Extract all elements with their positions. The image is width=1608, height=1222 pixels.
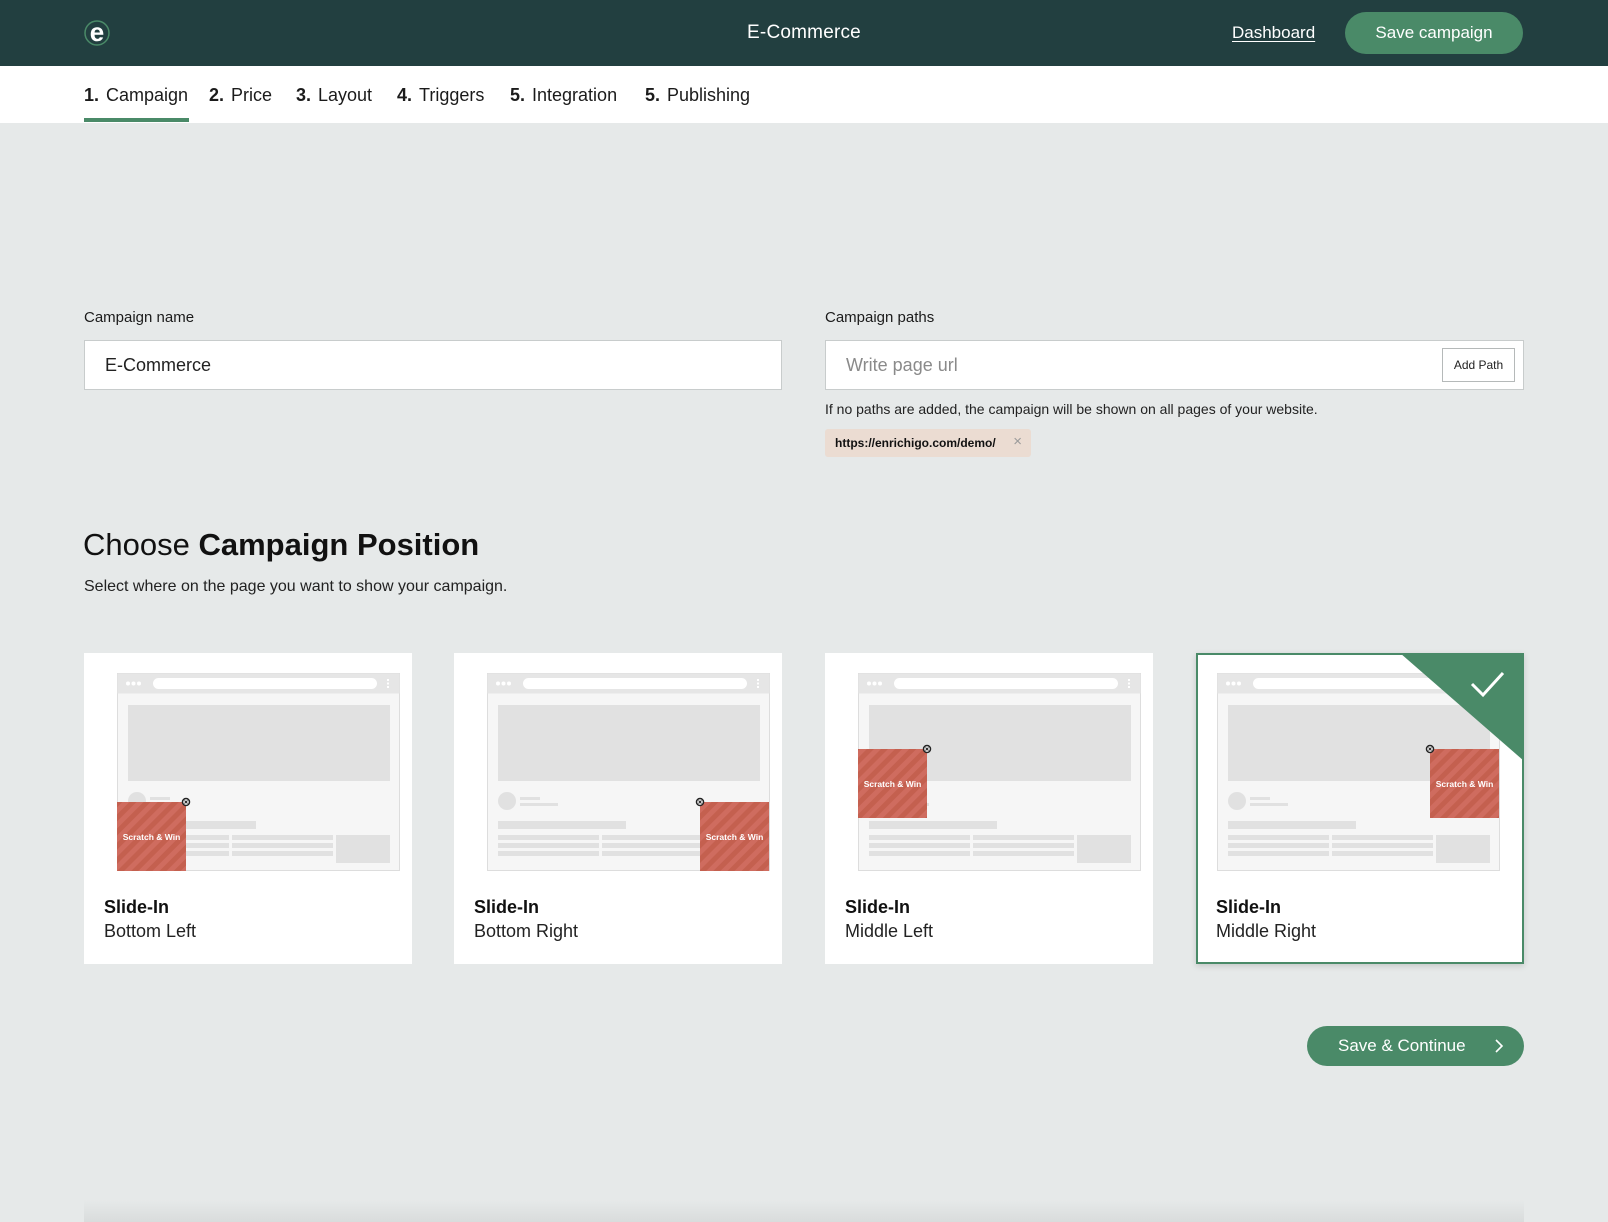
tab-number: 2. bbox=[209, 85, 225, 105]
tab-label: Publishing bbox=[667, 85, 751, 105]
tab-triggers[interactable]: 4. Triggers bbox=[397, 85, 484, 106]
position-card-bottom-right[interactable]: Scratch & Win Slide-In Bottom Right bbox=[454, 653, 782, 964]
tab-integration[interactable]: 5. Integration bbox=[510, 85, 617, 106]
card-subtitle: Bottom Left bbox=[104, 921, 197, 941]
campaign-name-input[interactable]: E-Commerce bbox=[84, 340, 782, 390]
position-card-bottom-left[interactable]: Scratch & Win Slide-In Bottom Left bbox=[84, 653, 412, 964]
browser-mockup: Scratch & Win bbox=[858, 673, 1141, 871]
page-url-input[interactable]: Write page url bbox=[825, 340, 1524, 390]
top-bar: e E-Commerce Dashboard Save campaign bbox=[0, 0, 1608, 66]
section-subtitle: Select where on the page you want to sho… bbox=[84, 578, 508, 595]
tab-campaign[interactable]: 1. Campaign bbox=[84, 85, 188, 106]
svg-text:Scratch & Win: Scratch & Win bbox=[706, 832, 764, 842]
tab-publishing[interactable]: 5. Publishing bbox=[645, 85, 750, 106]
save-and-continue-button[interactable]: Save & Continue bbox=[1307, 1026, 1524, 1066]
browser-mockup: Scratch & Win bbox=[487, 673, 770, 871]
section-heading: Choose Campaign Position bbox=[83, 527, 479, 563]
continue-label: Save & Continue bbox=[1338, 1036, 1466, 1055]
active-tab-indicator bbox=[84, 118, 189, 122]
tab-number: 1. bbox=[84, 85, 100, 105]
card-title: Slide-In bbox=[104, 897, 170, 917]
card-title: Slide-In bbox=[1216, 897, 1282, 917]
close-icon[interactable]: × bbox=[1013, 433, 1022, 450]
scratch-win-widget: Scratch & Win bbox=[117, 797, 191, 871]
scratch-win-widget: Scratch & Win bbox=[858, 744, 932, 818]
heading-light: Choose bbox=[83, 527, 190, 562]
scratch-win-widget: Scratch & Win bbox=[695, 797, 769, 871]
tab-number: 5. bbox=[510, 85, 526, 105]
heading-bold: Campaign Position bbox=[198, 527, 480, 562]
tab-label: Integration bbox=[532, 85, 618, 105]
position-card-middle-right[interactable]: Scratch & Win Slide-In Middle Right bbox=[1196, 653, 1524, 964]
tab-label: Layout bbox=[318, 85, 373, 105]
dashboard-link[interactable]: Dashboard bbox=[1232, 23, 1315, 43]
svg-text:Scratch & Win: Scratch & Win bbox=[864, 779, 922, 789]
add-path-button[interactable]: Add Path bbox=[1442, 348, 1515, 382]
path-chip: https://enrichigo.com/demo/ × bbox=[825, 429, 1031, 457]
position-card-middle-left[interactable]: Scratch & Win Slide-In Middle Left bbox=[825, 653, 1153, 964]
card-subtitle: Middle Left bbox=[845, 921, 934, 941]
selected-corner bbox=[1402, 655, 1522, 760]
step-tabs: 1. Campaign 2. Price 3. Layout 4. Triggers 5… bbox=[0, 66, 1608, 123]
tab-price[interactable]: 2. Price bbox=[209, 85, 272, 106]
tab-label: Campaign bbox=[106, 85, 189, 105]
card-subtitle: Bottom Right bbox=[474, 921, 579, 941]
tab-layout[interactable]: 3. Layout bbox=[296, 85, 372, 106]
tab-number: 3. bbox=[296, 85, 312, 105]
card-title: Slide-In bbox=[845, 897, 911, 917]
campaign-name-label: Campaign name bbox=[84, 309, 195, 326]
browser-mockup: Scratch & Win bbox=[117, 673, 400, 871]
tab-label: Triggers bbox=[419, 85, 485, 105]
bottom-panel-edge bbox=[84, 1200, 1524, 1222]
svg-text:Scratch & Win: Scratch & Win bbox=[123, 832, 181, 842]
svg-text:Scratch & Win: Scratch & Win bbox=[1436, 779, 1494, 789]
card-title: Slide-In bbox=[474, 897, 540, 917]
path-chip-label: https://enrichigo.com/demo/ bbox=[835, 436, 996, 450]
tab-number: 4. bbox=[397, 85, 413, 105]
card-subtitle: Middle Right bbox=[1216, 921, 1317, 941]
chevron-right-icon bbox=[1495, 1039, 1504, 1053]
tab-number: 5. bbox=[645, 85, 661, 105]
tab-label: Price bbox=[231, 85, 273, 105]
paths-hint: If no paths are added, the campaign will… bbox=[825, 401, 1318, 417]
campaign-paths-label: Campaign paths bbox=[825, 309, 935, 326]
save-campaign-button[interactable]: Save campaign bbox=[1345, 12, 1523, 54]
